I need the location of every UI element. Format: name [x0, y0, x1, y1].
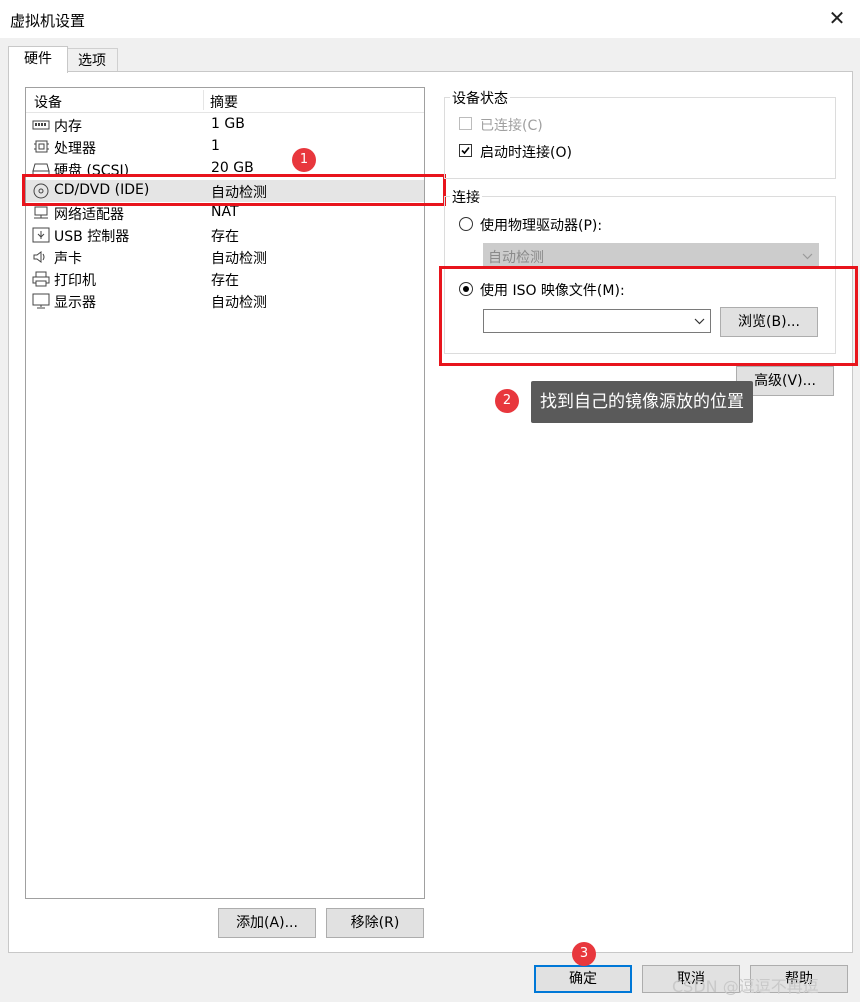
speaker-icon	[33, 251, 45, 263]
remove-device-button[interactable]: 移除(R)	[326, 908, 424, 938]
connected-label: 已连接(C)	[480, 118, 543, 134]
printer-icon	[32, 271, 50, 287]
processor-icon	[34, 140, 49, 153]
monitor-icon	[32, 293, 50, 309]
usb-icon	[32, 227, 50, 243]
device-name: 网络适配器	[54, 207, 124, 223]
tab-hardware[interactable]: 硬件	[8, 46, 68, 73]
use-physical-drive-label: 使用物理驱动器(P):	[480, 218, 603, 234]
column-header-summary[interactable]: 摘要	[210, 92, 238, 112]
device-summary: 1 GB	[211, 116, 245, 132]
device-row-usb[interactable]: USB 控制器 存在	[26, 224, 424, 246]
device-summary: 自动检测	[211, 251, 267, 267]
column-separator[interactable]	[203, 90, 204, 110]
connected-checkbox[interactable]	[459, 117, 472, 130]
add-device-button[interactable]: 添加(A)...	[218, 908, 316, 938]
connection-label: 连接	[450, 187, 482, 207]
device-summary: NAT	[211, 204, 239, 220]
ok-button[interactable]: 确定	[534, 965, 632, 993]
device-name: 打印机	[54, 273, 96, 289]
memory-icon	[32, 120, 50, 130]
device-name: 声卡	[54, 251, 82, 267]
device-list: 设备 摘要 内存 1 GB 处理器 1 硬盘 (SCSI) 20 GB CD/D…	[25, 87, 425, 899]
network-adapter-icon	[34, 206, 48, 219]
device-row-memory[interactable]: 内存 1 GB	[26, 114, 424, 136]
title-bar: 虚拟机设置 ✕	[0, 0, 860, 39]
csdn-watermark: CSDN @逗逗不再逗	[672, 977, 819, 996]
device-row-display[interactable]: 显示器 自动检测	[26, 290, 424, 312]
use-physical-drive-radio[interactable]	[459, 217, 473, 231]
step-badge-2: 2	[495, 389, 519, 413]
chevron-down-icon	[802, 253, 813, 260]
device-row-processor[interactable]: 处理器 1	[26, 136, 424, 158]
device-summary: 存在	[211, 229, 239, 245]
highlight-cd-dvd-row	[22, 174, 446, 206]
annotation-tooltip: 找到自己的镜像源放的位置	[531, 381, 753, 423]
step-badge-3: 3	[572, 942, 596, 966]
device-summary: 存在	[211, 273, 239, 289]
connect-at-power-on-label: 启动时连接(O)	[480, 145, 572, 161]
device-name: USB 控制器	[54, 229, 130, 245]
device-row-printer[interactable]: 打印机 存在	[26, 268, 424, 290]
connect-at-power-on-checkbox[interactable]	[459, 144, 472, 157]
device-name: 处理器	[54, 141, 96, 157]
device-status-group	[444, 97, 836, 179]
window-title: 虚拟机设置	[10, 12, 86, 30]
highlight-iso-section	[439, 266, 858, 366]
checkmark-icon	[461, 146, 470, 155]
device-row-sound-card[interactable]: 声卡 自动检测	[26, 246, 424, 268]
device-list-header: 设备 摘要	[26, 88, 424, 113]
device-status-label: 设备状态	[450, 88, 510, 108]
tab-options[interactable]: 选项	[66, 48, 118, 73]
column-header-device[interactable]: 设备	[34, 92, 62, 112]
device-summary: 1	[211, 138, 220, 154]
device-summary: 自动检测	[211, 295, 267, 311]
physical-drive-value: 自动检测	[488, 250, 544, 266]
device-name: 内存	[54, 119, 82, 135]
close-icon[interactable]: ✕	[824, 5, 850, 31]
step-badge-1: 1	[292, 148, 316, 172]
device-name: 显示器	[54, 295, 96, 311]
